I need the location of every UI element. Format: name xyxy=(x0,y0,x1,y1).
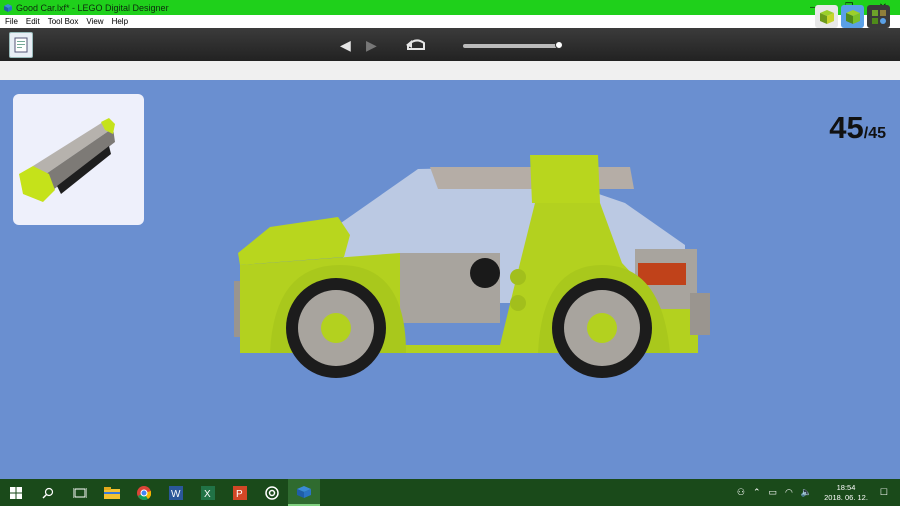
step-current: 45 xyxy=(829,110,864,145)
windows-start-icon xyxy=(10,486,22,499)
powerpoint-button[interactable]: P xyxy=(224,479,256,506)
title-bar: Good Car.lxf* - LEGO Digital Designer — … xyxy=(0,0,900,15)
file-explorer-icon xyxy=(104,486,120,499)
clock[interactable]: 18:54 2018. 06. 12. xyxy=(824,483,868,503)
groove-button[interactable] xyxy=(256,479,288,506)
lego-digital-designer-button[interactable] xyxy=(288,479,320,506)
next-step-button[interactable]: ▶ xyxy=(366,37,377,54)
rear-bumper xyxy=(690,293,710,335)
menu-file[interactable]: File xyxy=(5,17,18,26)
search-button[interactable] xyxy=(32,479,64,506)
lego-car-model xyxy=(234,155,710,378)
people-icon[interactable]: ⚇ xyxy=(737,487,745,498)
battery-icon[interactable]: ▭ xyxy=(769,487,778,498)
tail-light xyxy=(638,263,686,285)
door-stud xyxy=(510,269,526,285)
word-button[interactable]: W xyxy=(160,479,192,506)
front-hub xyxy=(321,313,351,343)
rear-hub xyxy=(587,313,617,343)
excel-button[interactable]: X xyxy=(192,479,224,506)
steering-wheel xyxy=(470,258,500,288)
building-guide-mode-icon xyxy=(871,9,886,24)
svg-text:P: P xyxy=(236,489,243,500)
windows-start-button[interactable] xyxy=(0,479,32,506)
step-slider-knob[interactable] xyxy=(555,41,563,49)
building-guide-document-icon[interactable] xyxy=(9,32,33,58)
view-mode-button[interactable] xyxy=(841,5,864,28)
groove-icon xyxy=(265,485,279,500)
taskbar: W X P ⚇ ⌃ ▭ ◠ 🔈 18:54 2018. 06. 12. ☐ xyxy=(0,479,900,506)
step-slider[interactable] xyxy=(463,41,563,49)
file-explorer-button[interactable] xyxy=(96,479,128,506)
step-counter: 45/45 xyxy=(829,110,886,146)
clock-date: 2018. 06. 12. xyxy=(824,492,868,502)
rear-pillar xyxy=(530,155,600,203)
task-view-icon xyxy=(73,487,87,498)
lego-app-icon xyxy=(4,3,12,12)
notifications-icon[interactable]: ☐ xyxy=(880,487,888,498)
system-tray: ⚇ ⌃ ▭ ◠ 🔈 18:54 2018. 06. 12. ☐ xyxy=(733,479,900,506)
view-mode-icon xyxy=(845,9,860,24)
menu-help[interactable]: Help xyxy=(112,17,128,26)
menu-edit[interactable]: Edit xyxy=(26,17,40,26)
powerpoint-icon: P xyxy=(233,485,247,500)
document-icon xyxy=(14,37,28,53)
chrome-button[interactable] xyxy=(128,479,160,506)
excel-icon: X xyxy=(201,485,215,500)
volume-icon[interactable]: 🔈 xyxy=(801,487,812,498)
current-brick-preview xyxy=(13,94,144,225)
door-stud xyxy=(510,295,526,311)
previous-step-button[interactable]: ◀ xyxy=(340,37,351,54)
menu-bar: File Edit Tool Box View Help xyxy=(0,15,900,28)
word-icon: W xyxy=(169,485,183,500)
step-slider-fill xyxy=(463,44,559,48)
menu-toolbox[interactable]: Tool Box xyxy=(48,17,79,26)
svg-text:W: W xyxy=(171,489,181,500)
window-title: Good Car.lxf* - LEGO Digital Designer xyxy=(16,2,169,13)
model-viewport[interactable]: 45/45 xyxy=(0,80,900,479)
sub-toolbar xyxy=(0,61,900,81)
step-total: /45 xyxy=(863,125,886,142)
building-guide-mode-button[interactable] xyxy=(867,5,890,28)
task-view-button[interactable] xyxy=(64,479,96,506)
lego-digital-designer-icon xyxy=(297,485,311,498)
svg-text:X: X xyxy=(204,489,211,500)
build-mode-button[interactable] xyxy=(815,5,838,28)
toolbar: ◀ ▶ xyxy=(0,28,900,61)
search-icon xyxy=(42,487,54,498)
brick-preview-icon xyxy=(19,118,115,202)
build-mode-icon xyxy=(819,9,834,24)
wifi-icon[interactable]: ◠ xyxy=(785,487,793,498)
hood xyxy=(238,217,350,265)
clock-time: 18:54 xyxy=(836,482,856,492)
show-hidden-icons[interactable]: ⌃ xyxy=(753,487,761,498)
chrome-icon xyxy=(137,485,151,500)
menu-view[interactable]: View xyxy=(86,17,103,26)
back-to-start-icon[interactable] xyxy=(404,36,428,52)
